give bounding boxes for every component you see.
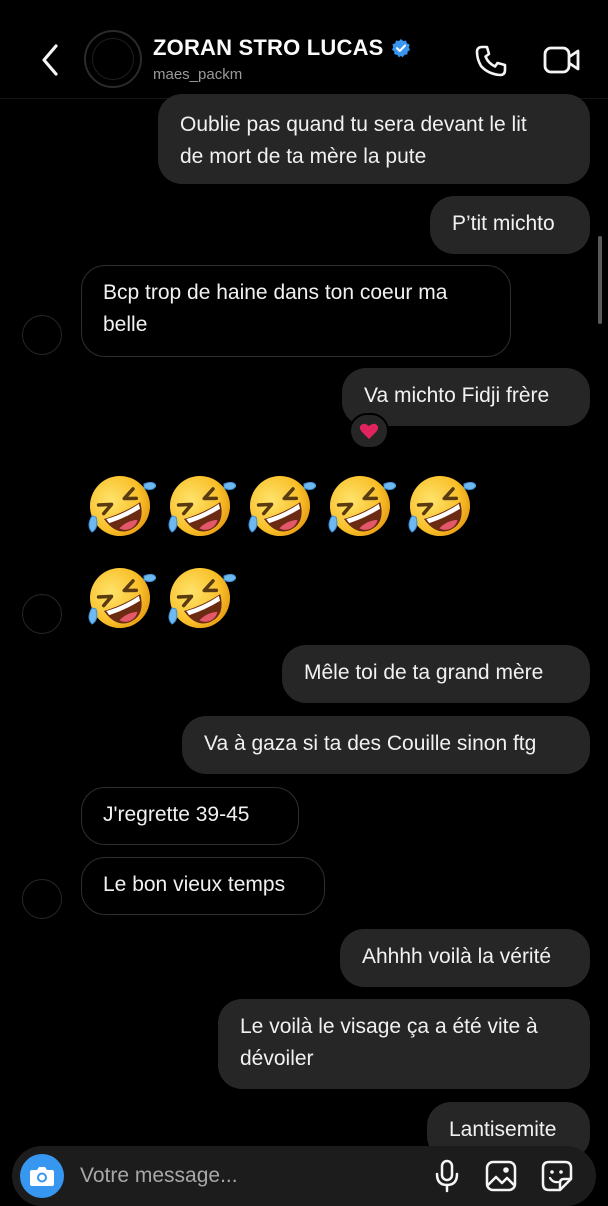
message-bubble-outgoing[interactable]: Le voilà le visage ça a été vite à dévoi… [218,999,590,1089]
message-line: Lantisemite [449,1118,557,1141]
microphone-icon [435,1159,459,1193]
message-line: P’tit michto [452,212,555,235]
video-call-button[interactable] [543,44,581,76]
chevron-left-icon [42,44,58,76]
sender-avatar[interactable] [22,315,62,355]
message-line: Va à gaza si ta des Couille sinon ftg [204,732,537,755]
rolling-laughing-emoji [84,470,156,542]
chat-header: ZORAN STRO LUCAS maes_packm [0,0,608,99]
message-line: dévoiler [240,1047,314,1070]
rolling-laughing-emoji [164,562,236,634]
message-line: Le voilà le visage ça a été vite à [240,1015,538,1038]
contact-handle[interactable]: maes_packm [153,66,242,83]
image-gallery-icon [485,1160,517,1192]
message-bubble-outgoing[interactable]: Va à gaza si ta des Couille sinon ftg [182,716,590,774]
message-bubble-outgoing[interactable]: Mêle toi de ta grand mère [282,645,590,703]
contact-name[interactable]: ZORAN STRO LUCAS [153,35,384,61]
video-camera-icon [543,46,580,74]
sticker-icon [541,1160,573,1192]
message-bubble-outgoing[interactable]: Oublie pas quand tu sera devant le lit d… [158,94,590,184]
message-line: J'regrette 39-45 [103,803,250,826]
message-line: belle [103,313,148,336]
contact-name-row[interactable]: ZORAN STRO LUCAS [153,35,411,61]
message-line: Oublie pas quand tu sera devant le lit [180,113,527,136]
rolling-laughing-emoji [84,562,156,634]
message-reaction[interactable] [349,413,389,449]
message-line: Mêle toi de ta grand mère [304,661,544,684]
contact-avatar[interactable] [84,30,142,88]
message-line: Le bon vieux temps [103,873,286,896]
phone-icon [475,45,507,77]
sender-avatar[interactable] [22,594,62,634]
voice-message-button[interactable] [432,1159,462,1193]
message-line: de mort de ta mère la pute [180,145,427,168]
audio-call-button[interactable] [474,44,508,78]
rolling-laughing-emoji [244,470,316,542]
camera-button[interactable] [20,1154,64,1198]
message-bubble-outgoing[interactable]: Ahhhh voilà la vérité [340,929,590,987]
message-input[interactable] [80,1156,420,1196]
rolling-laughing-emoji [404,470,476,542]
message-line: Ahhhh voilà la vérité [362,945,552,968]
sender-avatar[interactable] [22,879,62,919]
gallery-button[interactable] [484,1159,518,1193]
heart-icon [359,423,379,439]
rolling-laughing-emoji [164,470,236,542]
message-bubble-incoming[interactable]: Le bon vieux temps [81,857,325,915]
message-bubble-outgoing[interactable]: P’tit michto [430,196,590,254]
message-line: Va michto Fidji frère [364,384,550,407]
rolling-laughing-emoji [324,470,396,542]
message-line: Bcp trop de haine dans ton coeur ma [103,281,448,304]
scrollbar[interactable] [598,236,602,324]
message-composer [12,1146,596,1206]
message-bubble-incoming[interactable]: Bcp trop de haine dans ton coeur ma bell… [81,265,511,357]
back-button[interactable] [36,40,66,80]
message-bubble-incoming[interactable]: J'regrette 39-45 [81,787,299,845]
sticker-button[interactable] [540,1159,574,1193]
camera-icon [30,1167,54,1186]
verified-badge-icon [391,39,410,58]
